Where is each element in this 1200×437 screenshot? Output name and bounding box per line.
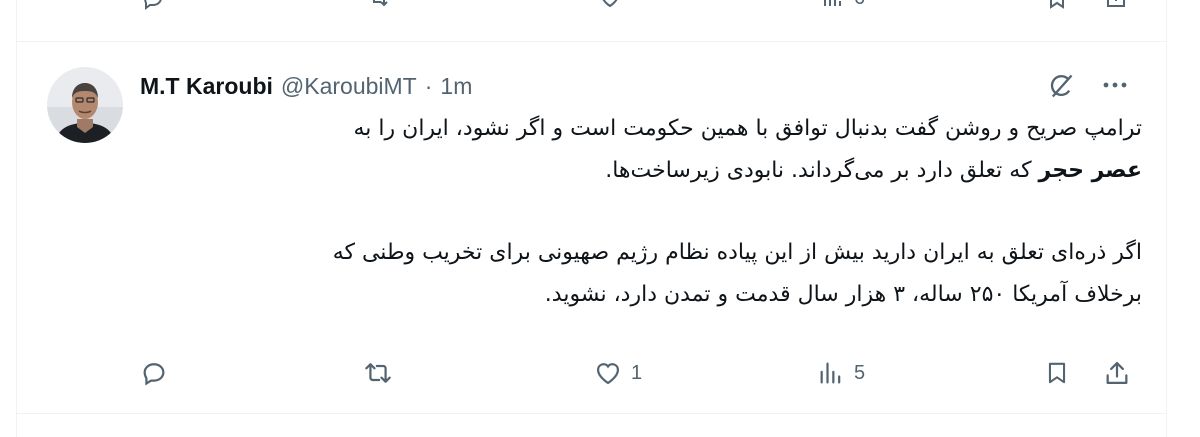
retweet-icon [365,363,391,383]
tweet-divider [16,41,1167,42]
views-button[interactable]: 6 [820,0,865,10]
tweet-action-bar: 1 5 [0,355,1200,395]
tweet-bold-text: عصر حجر [1038,158,1142,183]
tweet-line: برخلاف آمریکا ۲۵۰ ساله، ۳ هزار سال قدمت … [544,282,1142,307]
tweet-text: ترامپ صریح و روشن گفت بدنبال توافق با هم… [140,108,1142,316]
reply-button[interactable] [140,355,176,391]
previous-tweet-action-bar: 6 [0,0,1200,10]
heart-icon [596,363,620,385]
share-button[interactable] [1103,355,1131,391]
avatar[interactable] [47,67,123,143]
tweet-line: عصر حجر که تعلق دارد بر می‌گرداند. نابود… [140,150,1142,192]
reply-icon [143,363,165,386]
reply-icon[interactable] [140,0,166,15]
grok-icon[interactable] [1047,72,1075,105]
author-name[interactable]: M.T Karoubi [140,73,273,100]
timeline: 6 M.T Karoubi @KaroubiMT [0,0,1200,437]
bookmark-icon [1048,362,1066,384]
heart-icon[interactable] [597,0,623,15]
retweet-icon[interactable] [365,0,393,15]
tweet-line-rest: که تعلق دارد بر می‌گرداند. نابودی زیرساخ… [605,158,1039,183]
views-icon [820,362,841,384]
tweet-line: ترامپ صریح و روشن گفت بدنبال توافق با هم… [353,116,1142,141]
author-handle[interactable]: @KaroubiMT [281,73,417,100]
more-icon[interactable] [1100,75,1130,100]
bookmark-icon[interactable] [1045,0,1069,15]
timestamp[interactable]: 1m [440,73,472,100]
share-icon[interactable] [1103,0,1129,15]
like-button[interactable]: 1 [593,355,642,391]
views-button[interactable]: 5 [816,355,865,391]
like-count: 1 [631,361,643,384]
tweet-divider [16,413,1167,414]
views-count: 5 [854,361,866,384]
tweet-line: اگر ذره‌ای تعلق به ایران دارید بیش از ای… [332,240,1142,265]
tweet-header: M.T Karoubi @KaroubiMT · 1m [140,70,472,102]
share-icon [1106,361,1128,385]
retweet-button[interactable] [362,355,402,391]
separator-dot: · [424,72,433,99]
views-count: 6 [854,0,865,10]
views-icon [824,0,841,6]
bookmark-button[interactable] [1044,355,1070,391]
